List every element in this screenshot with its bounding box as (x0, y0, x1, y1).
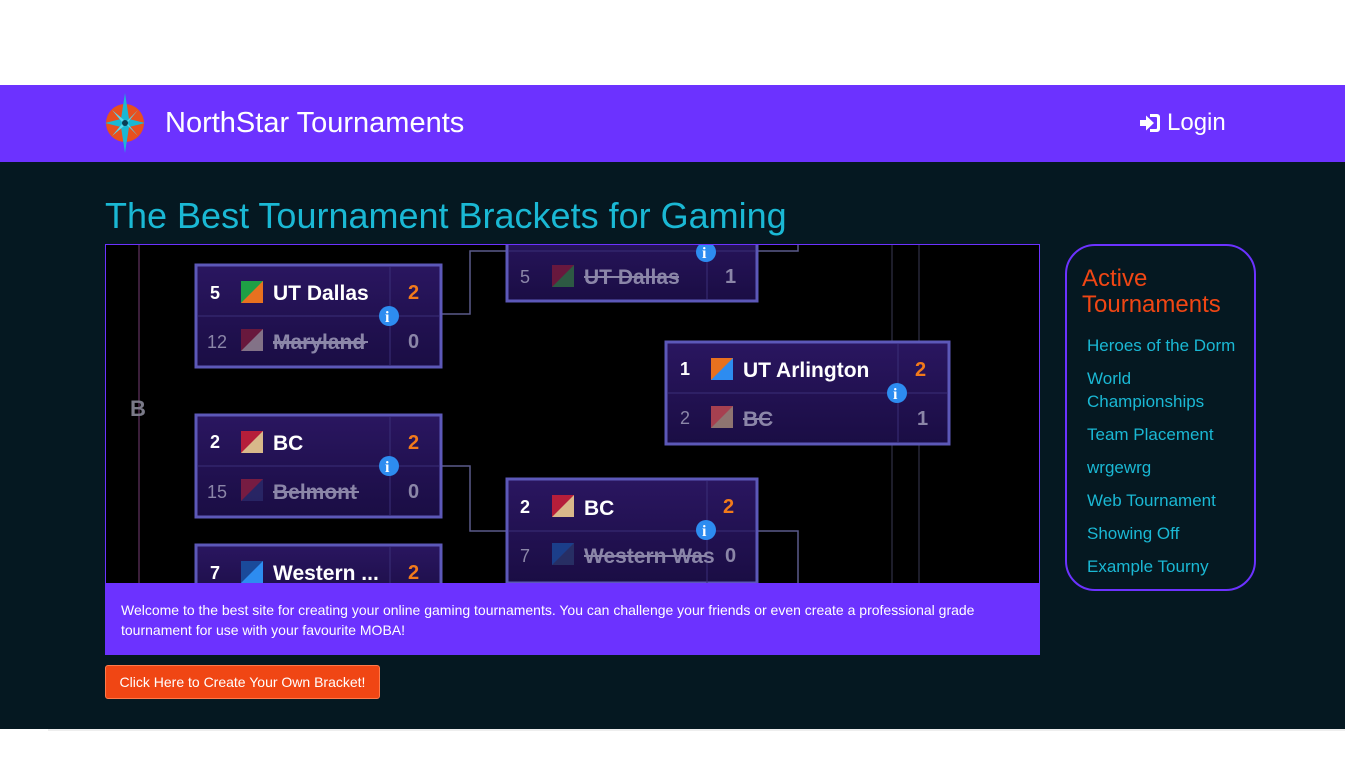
compass-star-logo[interactable] (104, 91, 148, 155)
team-seed: 2 (680, 408, 690, 428)
bracket-group-label: B (130, 396, 146, 421)
team-seed: 1 (680, 359, 690, 379)
page-title: The Best Tournament Brackets for Gaming (105, 195, 787, 236)
team-seed: 15 (207, 482, 227, 502)
active-tournaments-panel: Active Tournaments Heroes of the Dorm Wo… (1065, 244, 1256, 591)
tournament-link[interactable]: Web Tournament (1087, 491, 1216, 510)
team-seed: 5 (520, 267, 530, 287)
tournament-link[interactable]: Team Placement (1087, 425, 1214, 444)
sign-in-icon (1139, 113, 1161, 133)
tournament-link[interactable]: wrgewrg (1087, 458, 1151, 477)
team-seed: 7 (520, 546, 530, 566)
bracket-match: 2 BC 2 7 Western Was 0 i (505, 477, 759, 583)
bracket-match: 1 UT Arlington 2 2 BC 1 i (664, 340, 951, 446)
brand-name[interactable]: NorthStar Tournaments (165, 105, 464, 141)
team-name: Western ... (273, 562, 379, 583)
login-link[interactable]: Login (1139, 107, 1226, 139)
team-score: 1 (917, 408, 928, 430)
create-bracket-button[interactable]: Click Here to Create Your Own Bracket! (105, 665, 380, 699)
team-score: 2 (915, 359, 926, 381)
welcome-message: Welcome to the best site for creating yo… (105, 583, 1040, 655)
tournament-link[interactable]: Example Tourny (1087, 557, 1209, 576)
tournament-link[interactable]: Heroes of the Dorm (1087, 336, 1235, 355)
svg-text:i: i (385, 309, 390, 326)
login-label: Login (1167, 109, 1226, 136)
team-score: 0 (408, 331, 419, 353)
svg-text:i: i (385, 459, 390, 476)
bracket-banner-image: B 5 UT Dallas 2 12 Maryland 0 i 2 BC 2 1… (105, 244, 1040, 584)
team-seed: 2 (520, 497, 530, 517)
bracket-match: 5 UT Dallas 1 i (505, 245, 759, 303)
team-score: 0 (408, 481, 419, 503)
tournament-link[interactable]: World Championships (1087, 369, 1204, 411)
tournament-link[interactable]: Showing Off (1087, 524, 1179, 543)
team-score: 1 (725, 266, 736, 288)
bracket-illustration: B 5 UT Dallas 2 12 Maryland 0 i 2 BC 2 1… (130, 245, 951, 583)
svg-text:i: i (702, 523, 707, 540)
bracket-match: 5 UT Dallas 2 12 Maryland 0 i (194, 263, 443, 369)
team-name: BC (584, 497, 614, 520)
active-tournaments-title: Active Tournaments (1082, 265, 1221, 318)
svg-text:i: i (893, 386, 898, 403)
team-name: UT Dallas (273, 282, 369, 305)
team-score: 0 (725, 545, 736, 567)
team-seed: 2 (210, 432, 220, 452)
team-score: 2 (408, 432, 419, 454)
team-seed: 12 (207, 332, 227, 352)
team-seed: 7 (210, 563, 220, 583)
team-name: UT Arlington (743, 359, 869, 382)
team-score: 2 (723, 496, 734, 518)
svg-text:i: i (702, 245, 707, 262)
main-content: The Best Tournament Brackets for Gaming … (0, 162, 1345, 729)
team-seed: 5 (210, 283, 220, 303)
bracket-match: 2 BC 2 15 Belmont 0 i (194, 413, 443, 519)
team-score: 2 (408, 282, 419, 304)
tournament-list: Heroes of the Dorm World Championships T… (1087, 334, 1252, 588)
team-name: BC (273, 432, 303, 455)
team-score: 2 (408, 562, 419, 583)
navbar: NorthStar Tournaments Login (0, 85, 1345, 162)
horizontal-scrollbar[interactable] (48, 729, 1345, 731)
bracket-match: 7 Western ... 2 (194, 543, 443, 583)
